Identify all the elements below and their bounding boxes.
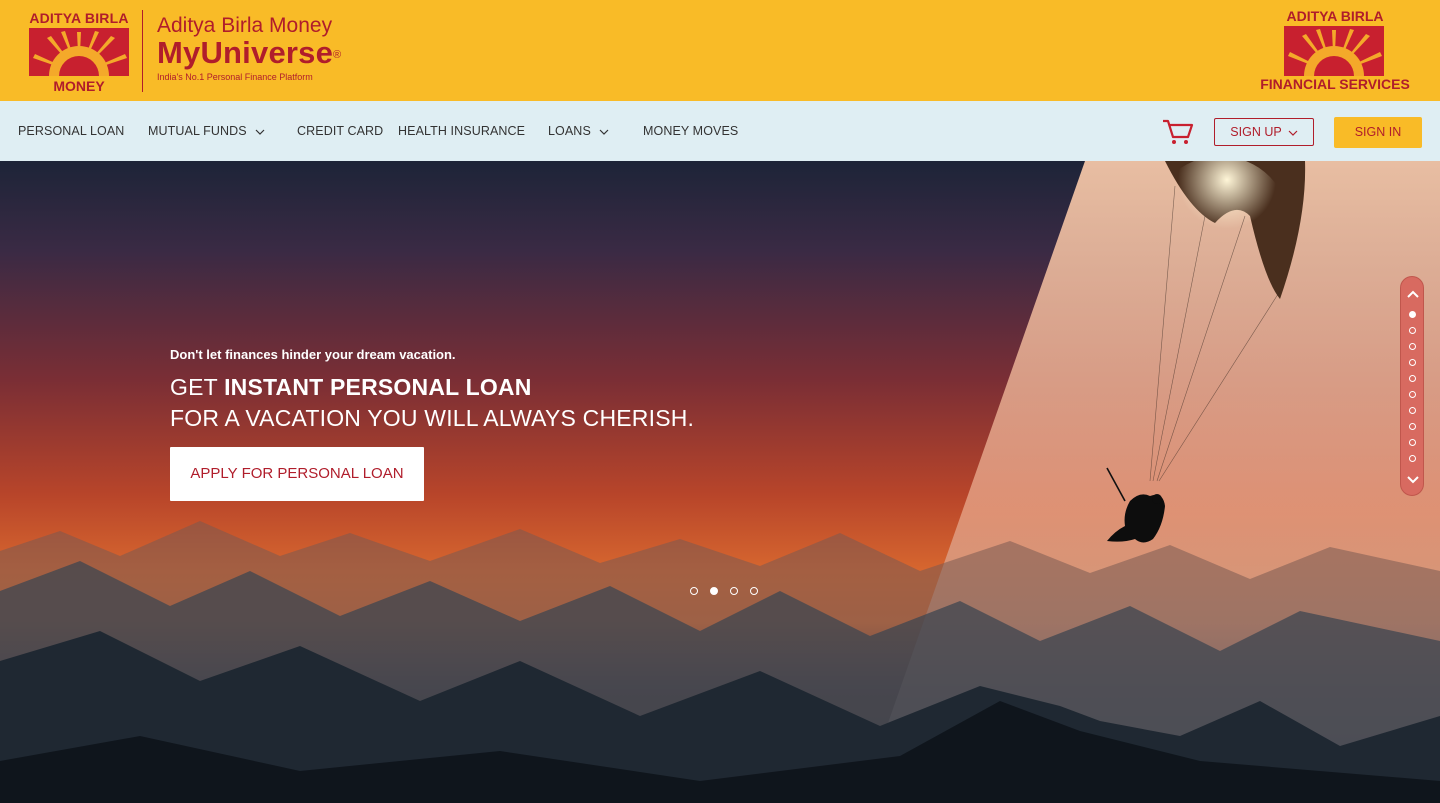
nav-item-money-moves[interactable]: MONEY MOVES	[643, 101, 738, 161]
abfs-brand-top: ADITYA BIRLA	[1286, 8, 1384, 24]
logo-divider	[142, 10, 143, 92]
section-nav-dot[interactable]	[1409, 311, 1416, 318]
nav-item-health-insurance[interactable]: HEALTH INSURANCE	[398, 101, 525, 161]
signup-label: SIGN UP	[1230, 125, 1282, 139]
nav-item-loans[interactable]: LOANS	[548, 101, 609, 161]
hero-headline: GET INSTANT PERSONAL LOAN	[170, 372, 694, 403]
signin-button[interactable]: SIGN IN	[1334, 117, 1422, 148]
section-scroll-nav	[1400, 276, 1424, 496]
registered-mark: ®	[333, 48, 342, 61]
section-nav-dot[interactable]	[1409, 327, 1416, 334]
nav-item-label: PERSONAL LOAN	[18, 124, 125, 138]
cart-icon[interactable]	[1160, 113, 1194, 147]
section-nav-dot[interactable]	[1409, 343, 1416, 350]
nav-item-label: MONEY MOVES	[643, 124, 739, 138]
nav-item-personal-loan[interactable]: PERSONAL LOAN	[18, 101, 124, 161]
hero-headline-line2: FOR A VACATION YOU WILL ALWAYS CHERISH.	[170, 405, 695, 431]
apply-personal-loan-button[interactable]: APPLY FOR PERSONAL LOAN	[170, 447, 424, 501]
chevron-down-icon	[599, 129, 609, 135]
myuniverse-logo[interactable]: Aditya Birla Money MyUniverse® India's N…	[157, 14, 341, 82]
nav-item-label: MUTUAL FUNDS	[148, 124, 247, 138]
aditya-birla-money-logo[interactable]: ADITYA BIRLA MONEY	[28, 10, 130, 94]
nav-item-label: LOANS	[548, 124, 591, 138]
section-nav-dot[interactable]	[1409, 439, 1416, 446]
nav-item-label: HEALTH INSURANCE	[398, 124, 526, 138]
nav-item-mutual-funds[interactable]: MUTUAL FUNDS	[148, 101, 265, 161]
section-nav-dot[interactable]	[1409, 375, 1416, 382]
nav-item-credit-card[interactable]: CREDIT CARD	[297, 101, 383, 161]
sun-emblem-icon	[29, 28, 129, 76]
aditya-birla-financial-services-logo[interactable]: ADITYA BIRLA FINANCIAL SERVICES	[1256, 8, 1414, 94]
carousel-dot[interactable]	[710, 587, 718, 595]
section-nav-dot[interactable]	[1409, 391, 1416, 398]
logo-brand-bottom: MONEY	[53, 78, 105, 94]
section-nav-dot[interactable]	[1409, 423, 1416, 430]
carousel-dot[interactable]	[690, 587, 698, 595]
carousel-dot[interactable]	[730, 587, 738, 595]
chevron-down-icon[interactable]	[1406, 475, 1420, 485]
paraglider-image	[1106, 161, 1306, 543]
top-header: ADITYA BIRLA MONEY Aditya Birla Money My…	[0, 0, 1440, 101]
section-nav-dot[interactable]	[1409, 407, 1416, 414]
signup-button[interactable]: SIGN UP	[1214, 118, 1314, 146]
sun-emblem-icon	[1284, 26, 1384, 76]
chevron-up-icon[interactable]	[1406, 289, 1420, 299]
abfs-brand-bottom: FINANCIAL SERVICES	[1260, 76, 1410, 92]
nav-item-label: CREDIT CARD	[297, 124, 384, 138]
product-tagline: India's No.1 Personal Finance Platform	[157, 71, 313, 82]
chevron-down-icon	[1288, 130, 1298, 136]
logo-brand-top: ADITYA BIRLA	[29, 10, 129, 26]
hero-subtitle: Don't let finances hinder your dream vac…	[170, 347, 456, 362]
section-nav-dot[interactable]	[1409, 359, 1416, 366]
chevron-down-icon	[255, 129, 265, 135]
product-name: MyUniverse®	[157, 35, 342, 70]
section-nav-dot[interactable]	[1409, 455, 1416, 462]
product-name-text: MyUniverse	[157, 35, 334, 70]
hero-banner: Don't let finances hinder your dream vac…	[0, 161, 1440, 803]
hero-headline-bold: INSTANT PERSONAL LOAN	[224, 374, 532, 400]
hero-headline-prefix: GET	[170, 374, 225, 400]
carousel-dot[interactable]	[750, 587, 758, 595]
hero-copy: Don't let finances hinder your dream vac…	[170, 347, 694, 434]
